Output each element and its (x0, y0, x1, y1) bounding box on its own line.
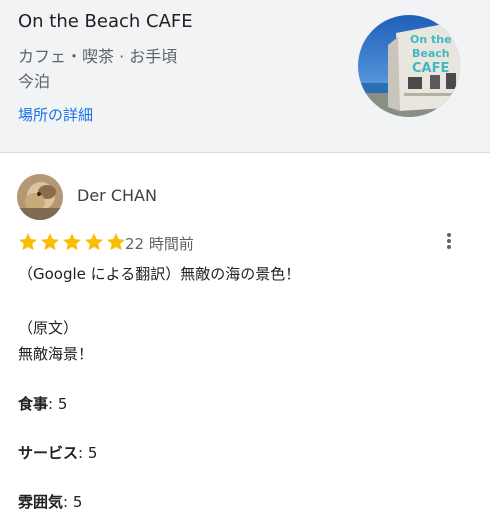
svg-text:CAFE: CAFE (412, 61, 449, 76)
attribute-label: 食事 (18, 395, 49, 413)
place-name: On the Beach CAFE (18, 11, 193, 32)
rating-stars (17, 231, 127, 253)
attribute-atmosphere: 雰囲気: 5 (18, 491, 82, 512)
place-details-link[interactable]: 場所の詳細 (18, 104, 93, 125)
review-translated-text: （Google による翻訳）無敵の海の景色！ (18, 265, 301, 283)
svg-text:Beach: Beach (412, 47, 450, 60)
reviewer-avatar[interactable] (17, 174, 63, 220)
place-header: On the Beach CAFE カフェ・喫茶 · お手頃 今泊 場所の詳細 … (0, 0, 490, 153)
place-category: カフェ・喫茶 · お手頃 (18, 47, 178, 66)
star-icon (19, 233, 37, 251)
attribute-value: : 5 (78, 444, 98, 462)
attribute-value: : 5 (48, 395, 68, 413)
star-icon (41, 233, 59, 251)
star-icon (63, 233, 81, 251)
place-location: 今泊 (18, 72, 51, 91)
cafe-photo-image: On the Beach CAFE (358, 15, 460, 117)
attribute-label: 雰囲気 (18, 493, 64, 511)
more-vert-icon[interactable] (439, 229, 459, 253)
svg-text:On the: On the (410, 33, 452, 46)
avatar-image (17, 174, 63, 220)
star-icon (107, 233, 125, 251)
reviewer-name[interactable]: Der CHAN (77, 186, 157, 205)
attribute-service: サービス: 5 (18, 442, 97, 463)
review-time: 22 時間前 (125, 235, 194, 253)
attribute-label: サービス (18, 444, 79, 462)
review-original-text: 無敵海景！ (18, 345, 94, 363)
attribute-food: 食事: 5 (18, 393, 67, 414)
attribute-value: : 5 (63, 493, 83, 511)
review-original-label: （原文） (18, 319, 79, 337)
star-icon (85, 233, 103, 251)
place-thumbnail[interactable]: On the Beach CAFE (358, 15, 460, 117)
